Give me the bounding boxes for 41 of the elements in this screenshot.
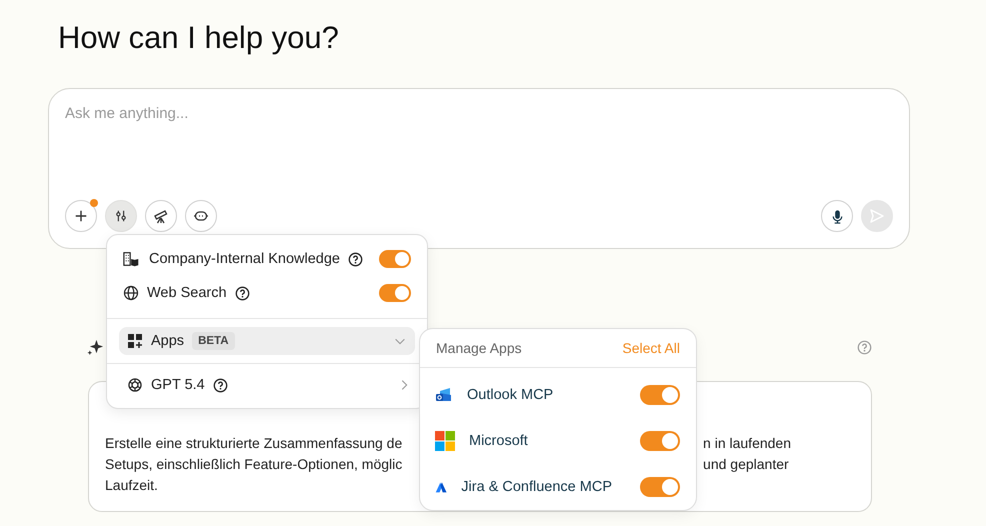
help-icon[interactable] (348, 252, 363, 266)
agent-button[interactable] (185, 200, 217, 232)
menu-item-label[interactable]: Company-Internal Knowledge (148, 251, 340, 267)
app-label: Microsoft (469, 433, 528, 449)
toggle-switch[interactable] (640, 385, 680, 405)
plus-icon (74, 209, 88, 223)
four-squares-icon (435, 431, 455, 451)
toggle-switch[interactable] (640, 477, 680, 497)
help-icon[interactable] (234, 286, 250, 300)
sparkle-icon (86, 338, 105, 356)
apps-icon (127, 333, 143, 349)
prompt-box[interactable]: Ask me anything... (48, 88, 910, 249)
research-button[interactable] (145, 200, 177, 232)
building-icon (123, 251, 141, 267)
card-text: Setups, einschließlich Feature-Optionen, möglic (105, 455, 402, 474)
prompt-field[interactable]: Ask me anything... (65, 103, 893, 200)
help-icon[interactable] (212, 378, 228, 392)
microphone-button[interactable] (821, 200, 853, 232)
toggle-switch[interactable] (640, 431, 680, 451)
card-text: n in laufenden (703, 434, 791, 453)
telescope-icon (153, 208, 169, 224)
send-icon (869, 208, 885, 224)
toggle-switch[interactable] (379, 284, 411, 302)
card-text: Erstelle eine strukturierte Zusammenfassung de (105, 434, 402, 453)
add-button[interactable] (65, 200, 97, 232)
card-text: und geplanter (703, 455, 789, 474)
toggle-switch[interactable] (379, 250, 411, 268)
menu-title: Manage Apps (436, 340, 522, 356)
app-label: Jira & Confluence MCP (461, 479, 612, 495)
microphone-icon (830, 208, 844, 224)
apps-menu-item[interactable]: Apps BETA (119, 327, 415, 355)
app-label: Outlook MCP (467, 387, 554, 403)
menu-item-label[interactable]: Web Search (147, 285, 227, 301)
tools-button[interactable] (105, 200, 137, 232)
page-heading: How can I help you? (57, 19, 340, 57)
mail-app-icon (435, 387, 453, 403)
globe-icon (123, 285, 139, 301)
menu-item-label[interactable]: GPT 5.4 (151, 377, 205, 393)
card-text: Laufzeit. (105, 476, 159, 495)
sliders-icon (114, 209, 128, 223)
knot-icon (127, 377, 143, 393)
